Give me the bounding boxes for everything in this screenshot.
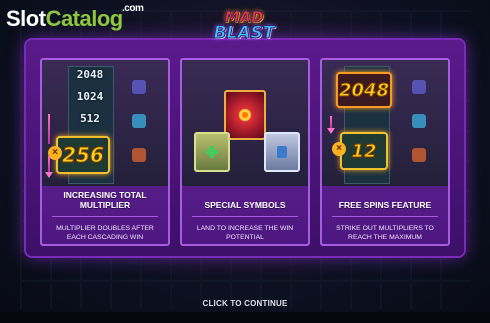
multiplier-value: 512 xyxy=(80,112,100,125)
click-to-continue-button[interactable]: CLICK TO CONTINUE xyxy=(0,299,490,308)
blue-gem-icon xyxy=(412,114,426,128)
multiplier-x-icon: × xyxy=(48,146,62,160)
card-art-multiplier: 2048 1024 512 256 × xyxy=(42,60,168,186)
watermark-text-1: Slot xyxy=(6,6,46,31)
orange-gem-icon xyxy=(132,148,146,162)
feature-card-free-spins: 2048 12 × FREE SPINS FEATURE STRIKE OUT … xyxy=(320,58,450,246)
bomb-symbol-icon xyxy=(224,90,266,140)
arrow-head-icon xyxy=(327,128,335,134)
watermark-text-2: Catalog xyxy=(45,6,124,31)
card-divider xyxy=(332,216,438,217)
card-title: INCREASING TOTAL MULTIPLIER xyxy=(63,190,147,210)
card-title: FREE SPINS FEATURE xyxy=(338,200,432,210)
card-divider xyxy=(192,216,298,217)
card-art-special-symbols xyxy=(182,60,308,186)
feature-card-multiplier: 2048 1024 512 256 × INCREASING TOTAL MUL… xyxy=(40,58,170,246)
orange-gem-icon xyxy=(412,148,426,162)
game-logo: MAD BLAST xyxy=(206,4,282,48)
arrow-down-icon xyxy=(48,114,50,144)
multiplier-x-icon: × xyxy=(332,142,346,156)
card-description: STRIKE OUT MULTIPLIERS TO REACH THE MAXI… xyxy=(336,225,434,241)
arrow-head-icon xyxy=(45,172,53,178)
watermark-logo: SlotCatalog .com xyxy=(6,4,144,31)
blue-symbol-icon xyxy=(264,132,300,172)
card-title: SPECIAL SYMBOLS xyxy=(204,200,286,210)
card-divider xyxy=(52,216,158,217)
card-description: LAND TO INCREASE THE WIN POTENTIAL xyxy=(196,225,294,241)
purple-gem-icon xyxy=(132,80,146,94)
current-multiplier-badge: 12 xyxy=(340,132,388,170)
multiplier-value: 1024 xyxy=(76,90,104,103)
green-plus-symbol-icon xyxy=(194,132,230,172)
arrow-down-icon xyxy=(48,156,50,172)
game-logo-line2: BLAST xyxy=(213,23,275,43)
card-art-free-spins: 2048 12 × xyxy=(322,60,448,186)
multiplier-value: 2048 xyxy=(76,68,104,81)
purple-gem-icon xyxy=(412,80,426,94)
current-multiplier-badge: 256 xyxy=(56,136,110,174)
top-multiplier-badge: 2048 xyxy=(336,72,392,108)
feature-card-special-symbols: SPECIAL SYMBOLS LAND TO INCREASE THE WIN… xyxy=(180,58,310,246)
watermark-suffix: .com xyxy=(122,3,144,14)
footer-bar xyxy=(0,312,490,323)
blue-gem-icon xyxy=(132,114,146,128)
card-description: MULTIPLIER DOUBLES AFTER EACH CASCADING … xyxy=(56,225,154,241)
